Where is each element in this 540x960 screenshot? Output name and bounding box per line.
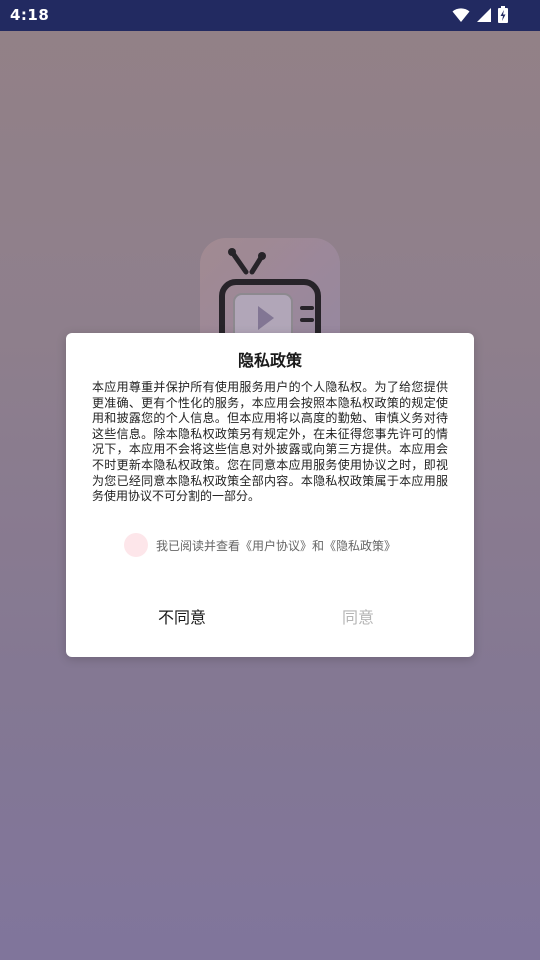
agreement-confirm-row: 我已阅读并查看《用户协议》和《隐私政策》 bbox=[124, 533, 396, 557]
user-agreement-link[interactable]: 《用户协议》 bbox=[240, 539, 312, 553]
status-time: 4:18 bbox=[10, 6, 50, 24]
agreement-prefix: 我已阅读并查看 bbox=[156, 538, 241, 553]
status-bar: 4:18 bbox=[0, 0, 540, 31]
status-icons bbox=[452, 6, 508, 23]
disagree-button[interactable]: 不同意 bbox=[102, 603, 262, 633]
battery-charging-icon bbox=[498, 6, 508, 23]
agree-button[interactable]: 同意 bbox=[278, 603, 438, 633]
dialog-title: 隐私政策 bbox=[237, 351, 302, 370]
privacy-policy-text[interactable]: 本应用尊重并保护所有使用服务用户的个人隐私权。为了给您提供更准确、更有个性化的服… bbox=[92, 380, 448, 505]
agreement-and: 和 bbox=[312, 538, 325, 553]
signal-icon bbox=[477, 7, 491, 22]
agreement-checkbox[interactable] bbox=[124, 533, 148, 557]
privacy-policy-link[interactable]: 《隐私政策》 bbox=[324, 539, 396, 553]
wifi-icon bbox=[452, 7, 470, 22]
privacy-policy-dialog: 隐私政策 本应用尊重并保护所有使用服务用户的个人隐私权。为了给您提供更准确、更有… bbox=[66, 333, 474, 657]
agreement-text: 我已阅读并查看《用户协议》和《隐私政策》 bbox=[156, 537, 396, 554]
